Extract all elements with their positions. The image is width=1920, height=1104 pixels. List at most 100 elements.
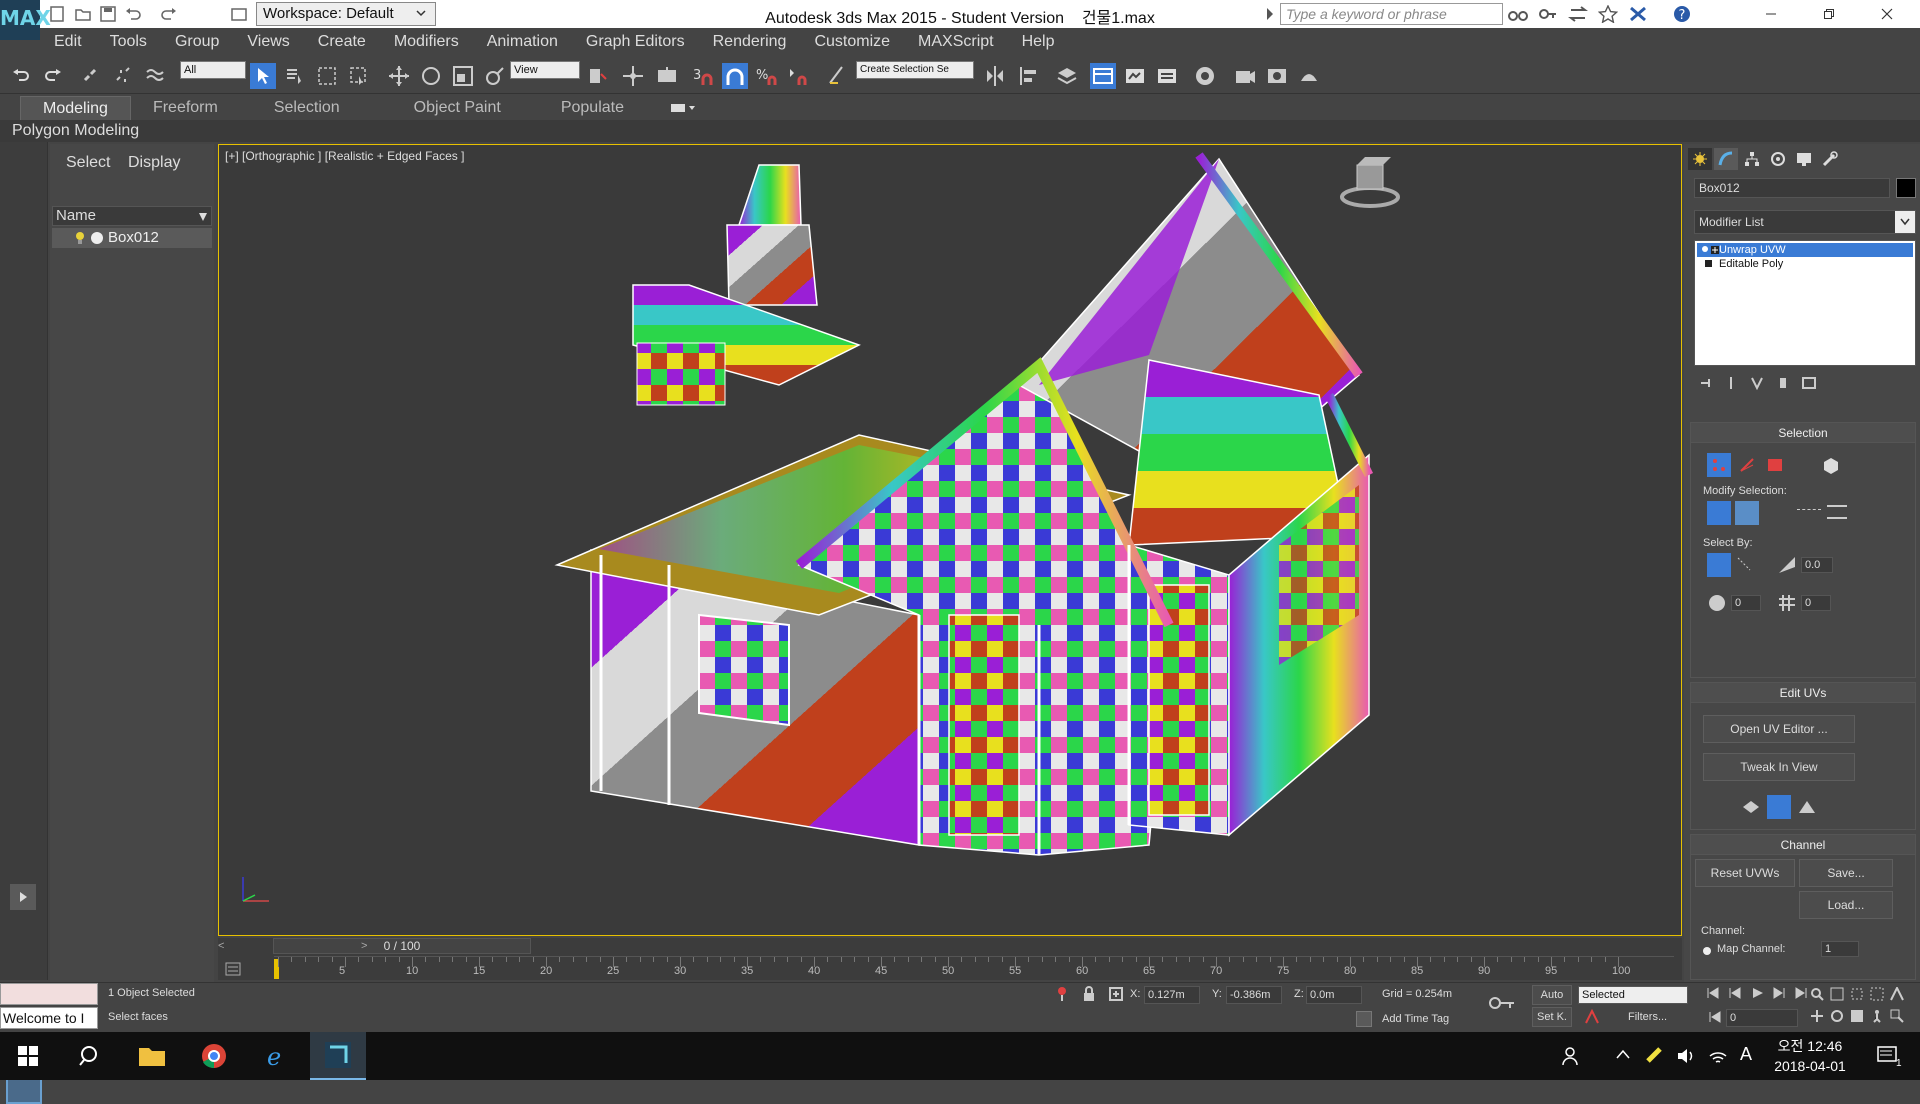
remove-modifier-icon[interactable] xyxy=(1776,376,1790,394)
menu-maxscript[interactable]: MAXScript xyxy=(904,33,1008,51)
menu-help[interactable]: Help xyxy=(1008,33,1069,51)
configure-modifier-sets-icon[interactable] xyxy=(1802,376,1816,394)
light-bulb-icon[interactable] xyxy=(1701,245,1709,255)
absolute-mode-icon[interactable] xyxy=(1108,986,1124,1002)
track-bar[interactable]: 5 10 15 20 25 30 35 40 45 50 55 60 65 70 75 80 85 90 95 100 xyxy=(274,956,1674,980)
object-name-field[interactable]: Box012 xyxy=(1694,178,1890,198)
current-frame-field[interactable]: 0 xyxy=(1726,1009,1798,1027)
key-mode-icon[interactable] xyxy=(1584,1009,1602,1025)
internet-explorer-icon[interactable]: e xyxy=(248,1032,304,1080)
select-by-grid-icon[interactable] xyxy=(1777,593,1797,613)
tab-freeform[interactable]: Freeform xyxy=(131,96,240,120)
uv-tool-c-icon[interactable] xyxy=(1795,795,1819,819)
network-icon[interactable] xyxy=(1708,1046,1728,1066)
key-mode-toggle-icon[interactable] xyxy=(1708,1011,1722,1023)
tab-object-paint[interactable]: Object Paint xyxy=(374,96,541,120)
start-button[interactable] xyxy=(0,1032,56,1080)
motion-panel-icon[interactable] xyxy=(1766,148,1790,170)
menu-create[interactable]: Create xyxy=(304,33,380,51)
ref-coord-dropdown[interactable]: View xyxy=(510,61,580,79)
stack-item-unwrap-uvw[interactable]: Unwrap UVW xyxy=(1697,243,1913,257)
layer-explorer-icon[interactable] xyxy=(1054,63,1080,89)
minimize-button[interactable] xyxy=(1742,0,1800,28)
rotate-icon[interactable] xyxy=(418,63,444,89)
scene-explorer-icon[interactable] xyxy=(1090,63,1116,89)
mirror-icon[interactable] xyxy=(982,63,1008,89)
3dsmax-taskbar-icon[interactable] xyxy=(310,1032,366,1080)
select-manipulate-icon[interactable] xyxy=(620,63,646,89)
exchange-icon[interactable] xyxy=(1566,4,1590,24)
play-icon[interactable] xyxy=(1750,987,1764,999)
bind-spacewarp-icon[interactable] xyxy=(142,63,168,89)
object-row[interactable]: Box012 xyxy=(52,228,212,248)
window-crossing-icon[interactable] xyxy=(346,63,372,89)
map-channel-radio[interactable] xyxy=(1703,947,1711,955)
grow-selection-button[interactable] xyxy=(1707,501,1731,525)
object-color-swatch[interactable] xyxy=(1896,178,1916,198)
planar-angle-icon[interactable] xyxy=(1777,555,1797,575)
set-key-icon[interactable] xyxy=(1488,995,1516,1011)
walk-through-icon[interactable] xyxy=(1870,1009,1890,1023)
material-editor-icon[interactable] xyxy=(1192,63,1218,89)
set-key-button[interactable]: Set K. xyxy=(1532,1007,1572,1027)
utilities-panel-icon[interactable] xyxy=(1818,148,1842,170)
create-panel-icon[interactable] xyxy=(1688,148,1712,170)
prev-frame-icon[interactable] xyxy=(1728,987,1742,999)
render-setup-icon[interactable] xyxy=(1232,63,1258,89)
workspace-dropdown[interactable]: Workspace: Default xyxy=(256,2,436,26)
rect-selection-icon[interactable] xyxy=(314,63,340,89)
arrow-right-icon[interactable] xyxy=(1266,6,1274,22)
explorer-tab-display[interactable]: Display xyxy=(128,154,180,172)
modify-panel-icon[interactable] xyxy=(1714,148,1738,170)
pan-icon[interactable] xyxy=(1810,1009,1830,1023)
search-icon[interactable] xyxy=(62,1032,118,1080)
time-slider[interactable]: 0 / 100 xyxy=(273,938,531,954)
unlink-icon[interactable] xyxy=(110,63,136,89)
select-by-name-icon[interactable] xyxy=(282,63,308,89)
fov-icon[interactable] xyxy=(1890,987,1910,1001)
x-coord-field[interactable]: 0.127m xyxy=(1144,986,1200,1004)
zoom-extents-icon[interactable] xyxy=(1850,987,1870,1001)
display-panel-icon[interactable] xyxy=(1792,148,1816,170)
restore-button[interactable] xyxy=(1800,0,1858,28)
selection-filter-dropdown[interactable]: All xyxy=(180,61,246,79)
explorer-tab-select[interactable]: Select xyxy=(66,154,110,172)
close-button[interactable] xyxy=(1858,0,1916,28)
expand-plus-icon[interactable] xyxy=(1711,245,1719,255)
ribbon-options-icon[interactable] xyxy=(670,96,696,120)
menu-animation[interactable]: Animation xyxy=(473,33,572,51)
menu-rendering[interactable]: Rendering xyxy=(699,33,801,51)
redo-icon[interactable] xyxy=(40,63,66,89)
placement-icon[interactable] xyxy=(482,63,508,89)
uv-tool-b-icon[interactable] xyxy=(1767,795,1791,819)
save-button[interactable]: Save... xyxy=(1799,859,1893,887)
orbit-icon[interactable] xyxy=(1830,1009,1850,1023)
render-frame-icon[interactable] xyxy=(1264,63,1290,89)
show-end-result-icon[interactable] xyxy=(1724,376,1738,394)
menu-tools[interactable]: Tools xyxy=(96,33,161,51)
go-to-start-icon[interactable] xyxy=(1706,987,1720,999)
undo-icon[interactable] xyxy=(8,63,34,89)
help-icon[interactable]: ? xyxy=(1670,4,1694,24)
visibility-icon[interactable] xyxy=(90,231,104,245)
render-production-icon[interactable] xyxy=(1296,63,1322,89)
y-coord-field[interactable]: -0.386m xyxy=(1226,986,1282,1004)
curve-editor-icon[interactable] xyxy=(1154,63,1180,89)
light-bulb-icon[interactable] xyxy=(74,230,86,246)
go-to-end-icon[interactable] xyxy=(1794,987,1808,999)
make-unique-icon[interactable] xyxy=(1750,376,1764,394)
edit-uvs-rollout-title[interactable]: Edit UVs xyxy=(1691,683,1915,703)
menu-customize[interactable]: Customize xyxy=(800,33,904,51)
select-by-sphere-icon[interactable] xyxy=(1707,593,1727,613)
ribbon-toggle-icon[interactable] xyxy=(1122,63,1148,89)
house-model[interactable] xyxy=(219,145,1681,935)
pivot-center-icon[interactable] xyxy=(584,63,610,89)
spinner-snap-icon[interactable] xyxy=(786,63,812,89)
link-icon[interactable] xyxy=(78,63,104,89)
angle-snap-icon[interactable] xyxy=(722,63,748,89)
usb-device-icon[interactable] xyxy=(1644,1045,1664,1065)
next-frame-icon[interactable] xyxy=(1772,987,1786,999)
zoom-all-icon[interactable] xyxy=(1830,987,1850,1001)
tab-selection[interactable]: Selection xyxy=(240,96,374,120)
edit-named-sel-icon[interactable] xyxy=(824,63,850,89)
